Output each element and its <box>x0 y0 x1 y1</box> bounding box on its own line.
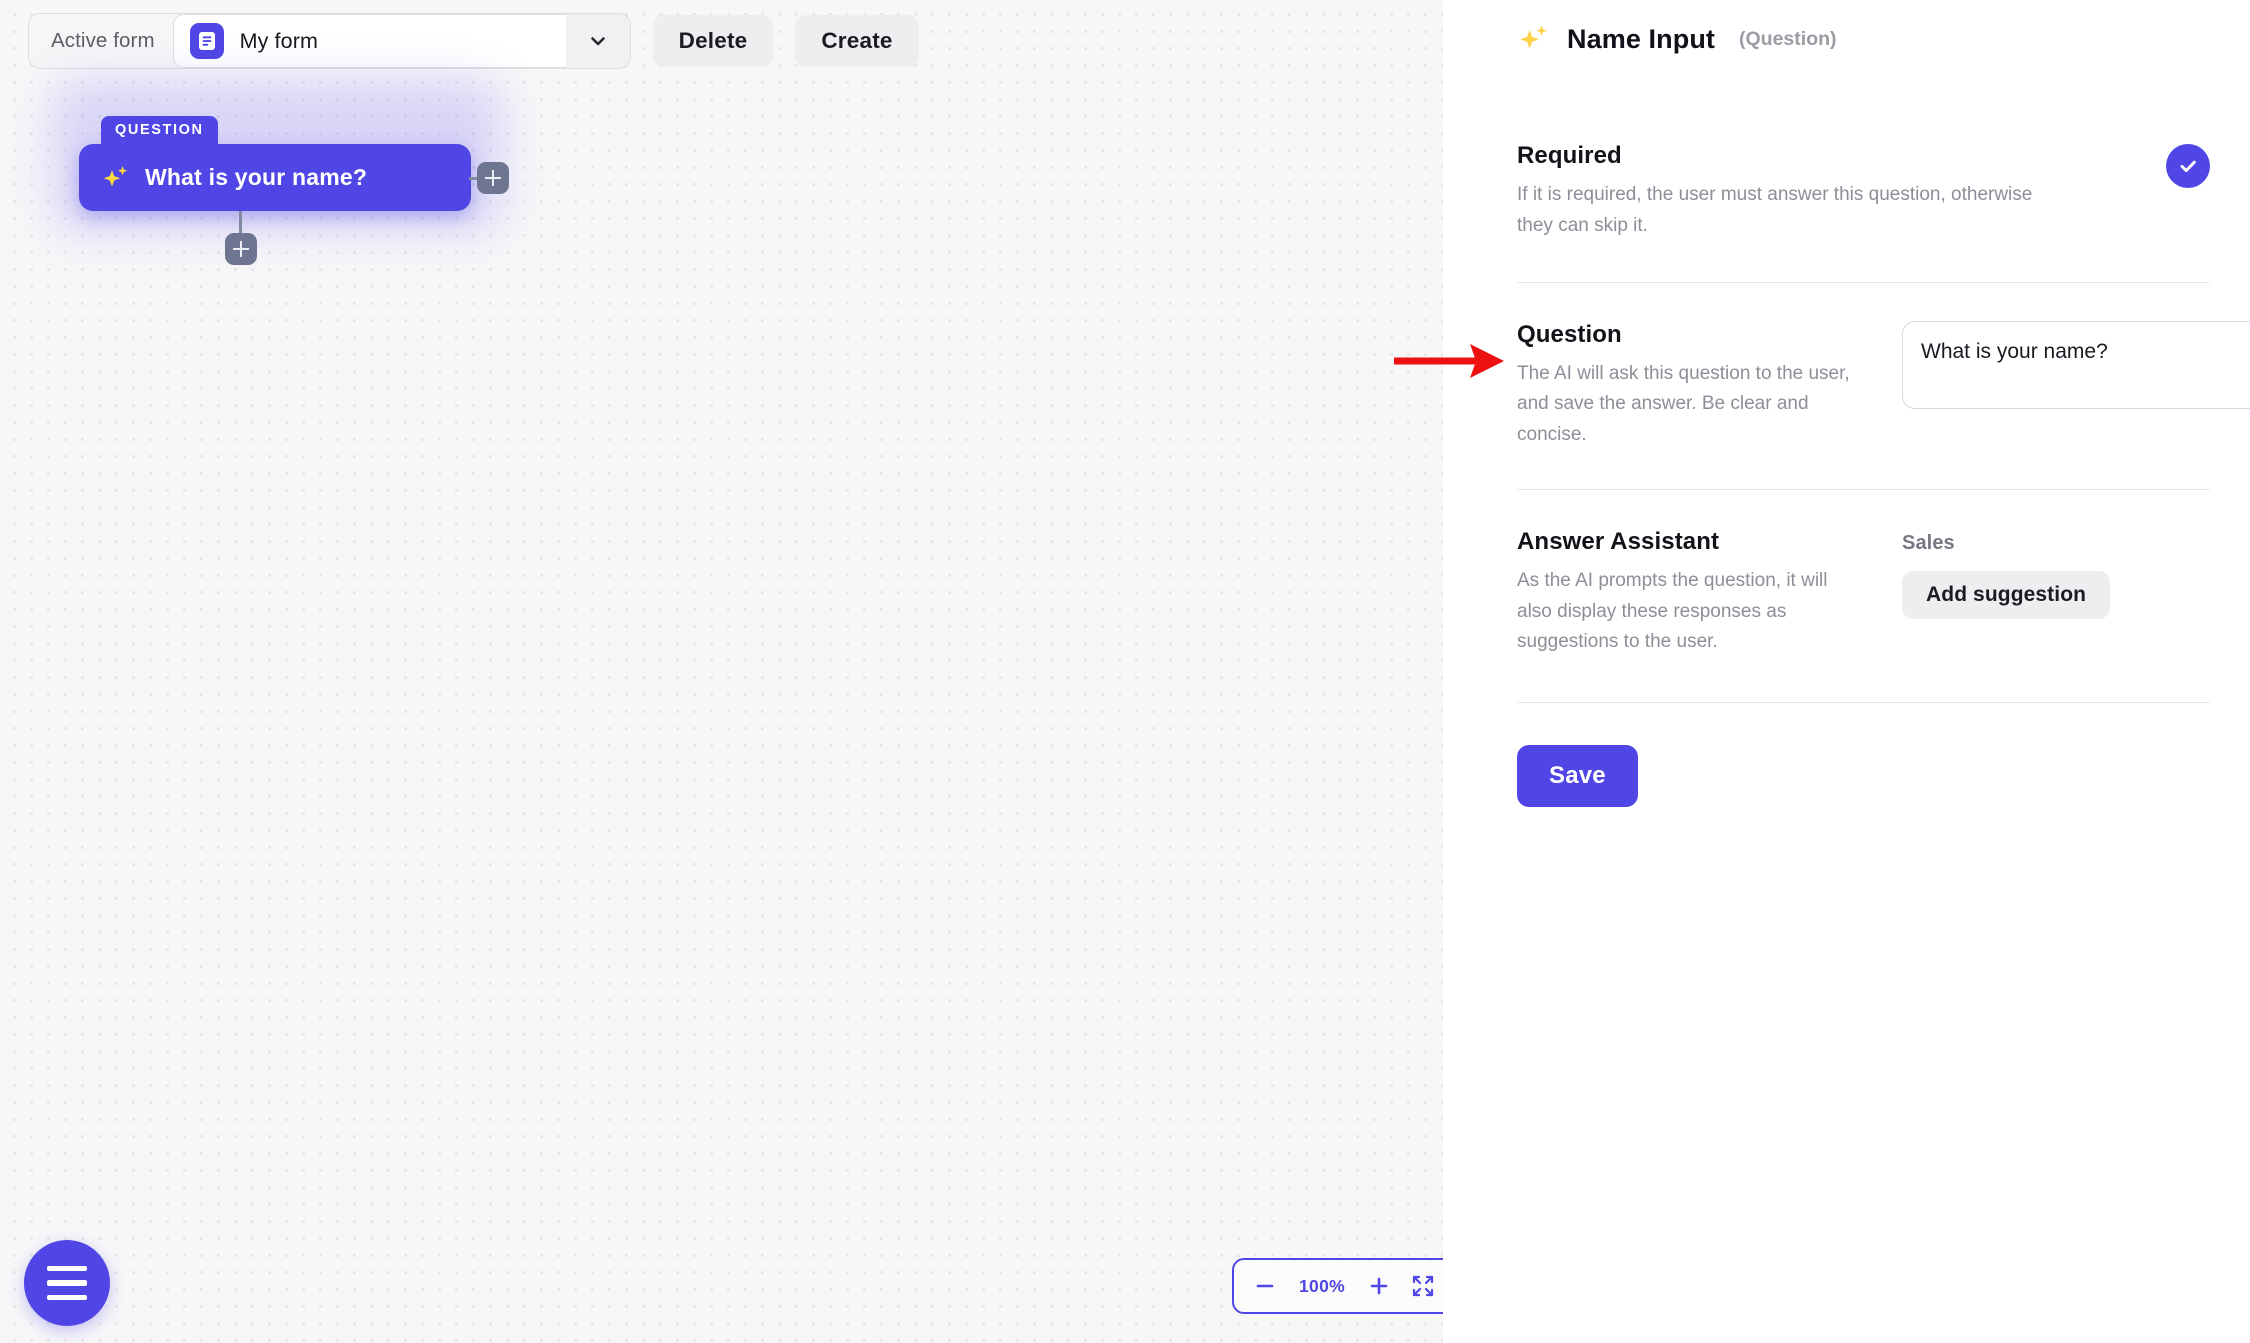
hamburger-bar-2 <box>47 1280 87 1286</box>
zoom-in-icon[interactable] <box>1364 1271 1394 1301</box>
sparkle-icon <box>1517 22 1551 56</box>
page-title: Name Input <box>1567 23 1716 54</box>
hamburger-bar-1 <box>47 1265 87 1272</box>
delete-button[interactable]: Delete <box>652 15 774 67</box>
suggestion-item[interactable]: Sales <box>1902 532 2210 555</box>
node-connector-bottom <box>239 211 242 235</box>
form-selector-field[interactable]: My form <box>172 14 630 68</box>
required-text-block: Required If it is required, the user mus… <box>1517 142 2142 242</box>
node-type-badge: QUESTION <box>101 116 218 144</box>
flow-canvas[interactable]: Active form My form Delete Create QUESTI… <box>0 0 1443 1343</box>
active-form-label: Active form <box>51 29 155 52</box>
zoom-controls: 100% <box>1232 1258 1443 1314</box>
answer-assistant-heading: Answer Assistant <box>1517 527 1720 555</box>
zoom-out-icon[interactable] <box>1250 1271 1280 1301</box>
form-name-value: My form <box>239 28 318 53</box>
check-circle-icon[interactable] <box>2166 144 2210 188</box>
question-input[interactable] <box>1902 320 2250 409</box>
form-selector[interactable]: Active form My form <box>28 13 631 69</box>
hamburger-bar-3 <box>47 1294 87 1301</box>
answer-assistant-text-block: Answer Assistant As the AI prompts the q… <box>1517 528 1902 658</box>
answer-assistant-section: Answer Assistant As the AI prompts the q… <box>1483 490 2210 702</box>
node-title: What is your name? <box>145 164 368 190</box>
required-description: If it is required, the user must answer … <box>1517 184 2033 236</box>
question-section: Question The AI will ask this question t… <box>1483 283 2250 489</box>
question-node[interactable]: QUESTION What is your name? <box>51 80 509 265</box>
page-subtitle: (Question) <box>1739 27 1837 50</box>
hamburger-menu-icon[interactable] <box>24 1240 110 1326</box>
question-heading: Question <box>1517 320 1622 348</box>
app-root: Active form My form Delete Create QUESTI… <box>0 0 2250 1343</box>
required-section: Required If it is required, the user mus… <box>1483 56 2210 282</box>
suggestions-block: Sales Add suggestion <box>1902 528 2210 619</box>
answer-assistant-description: As the AI prompts the question, it will … <box>1517 569 1828 653</box>
add-suggestion-button[interactable]: Add suggestion <box>1902 570 2111 619</box>
chevron-down-icon[interactable] <box>565 14 630 68</box>
question-text-block: Question The AI will ask this question t… <box>1517 321 1902 451</box>
sparkle-icon <box>101 163 131 193</box>
zoom-level-value: 100% <box>1299 1275 1345 1296</box>
add-node-right-button[interactable] <box>477 162 509 194</box>
canvas-toolbar: Active form My form Delete Create <box>28 13 919 69</box>
properties-panel: Name Input (Question) Required If it is … <box>1443 0 2250 1343</box>
save-button[interactable]: Save <box>1517 745 1638 808</box>
node-body[interactable]: What is your name? <box>79 144 471 211</box>
required-heading: Required <box>1517 142 1622 169</box>
document-icon <box>189 23 224 59</box>
fit-to-screen-icon[interactable] <box>1408 1271 1438 1301</box>
panel-header: Name Input (Question) <box>1483 0 2210 56</box>
add-node-bottom-button[interactable] <box>225 233 257 265</box>
question-input-wrap <box>1902 320 2250 414</box>
required-toggle-wrap <box>2142 142 2210 188</box>
create-button[interactable]: Create <box>795 15 919 67</box>
panel-footer: Save <box>1483 703 2210 808</box>
question-description: The AI will ask this question to the use… <box>1517 362 1850 446</box>
